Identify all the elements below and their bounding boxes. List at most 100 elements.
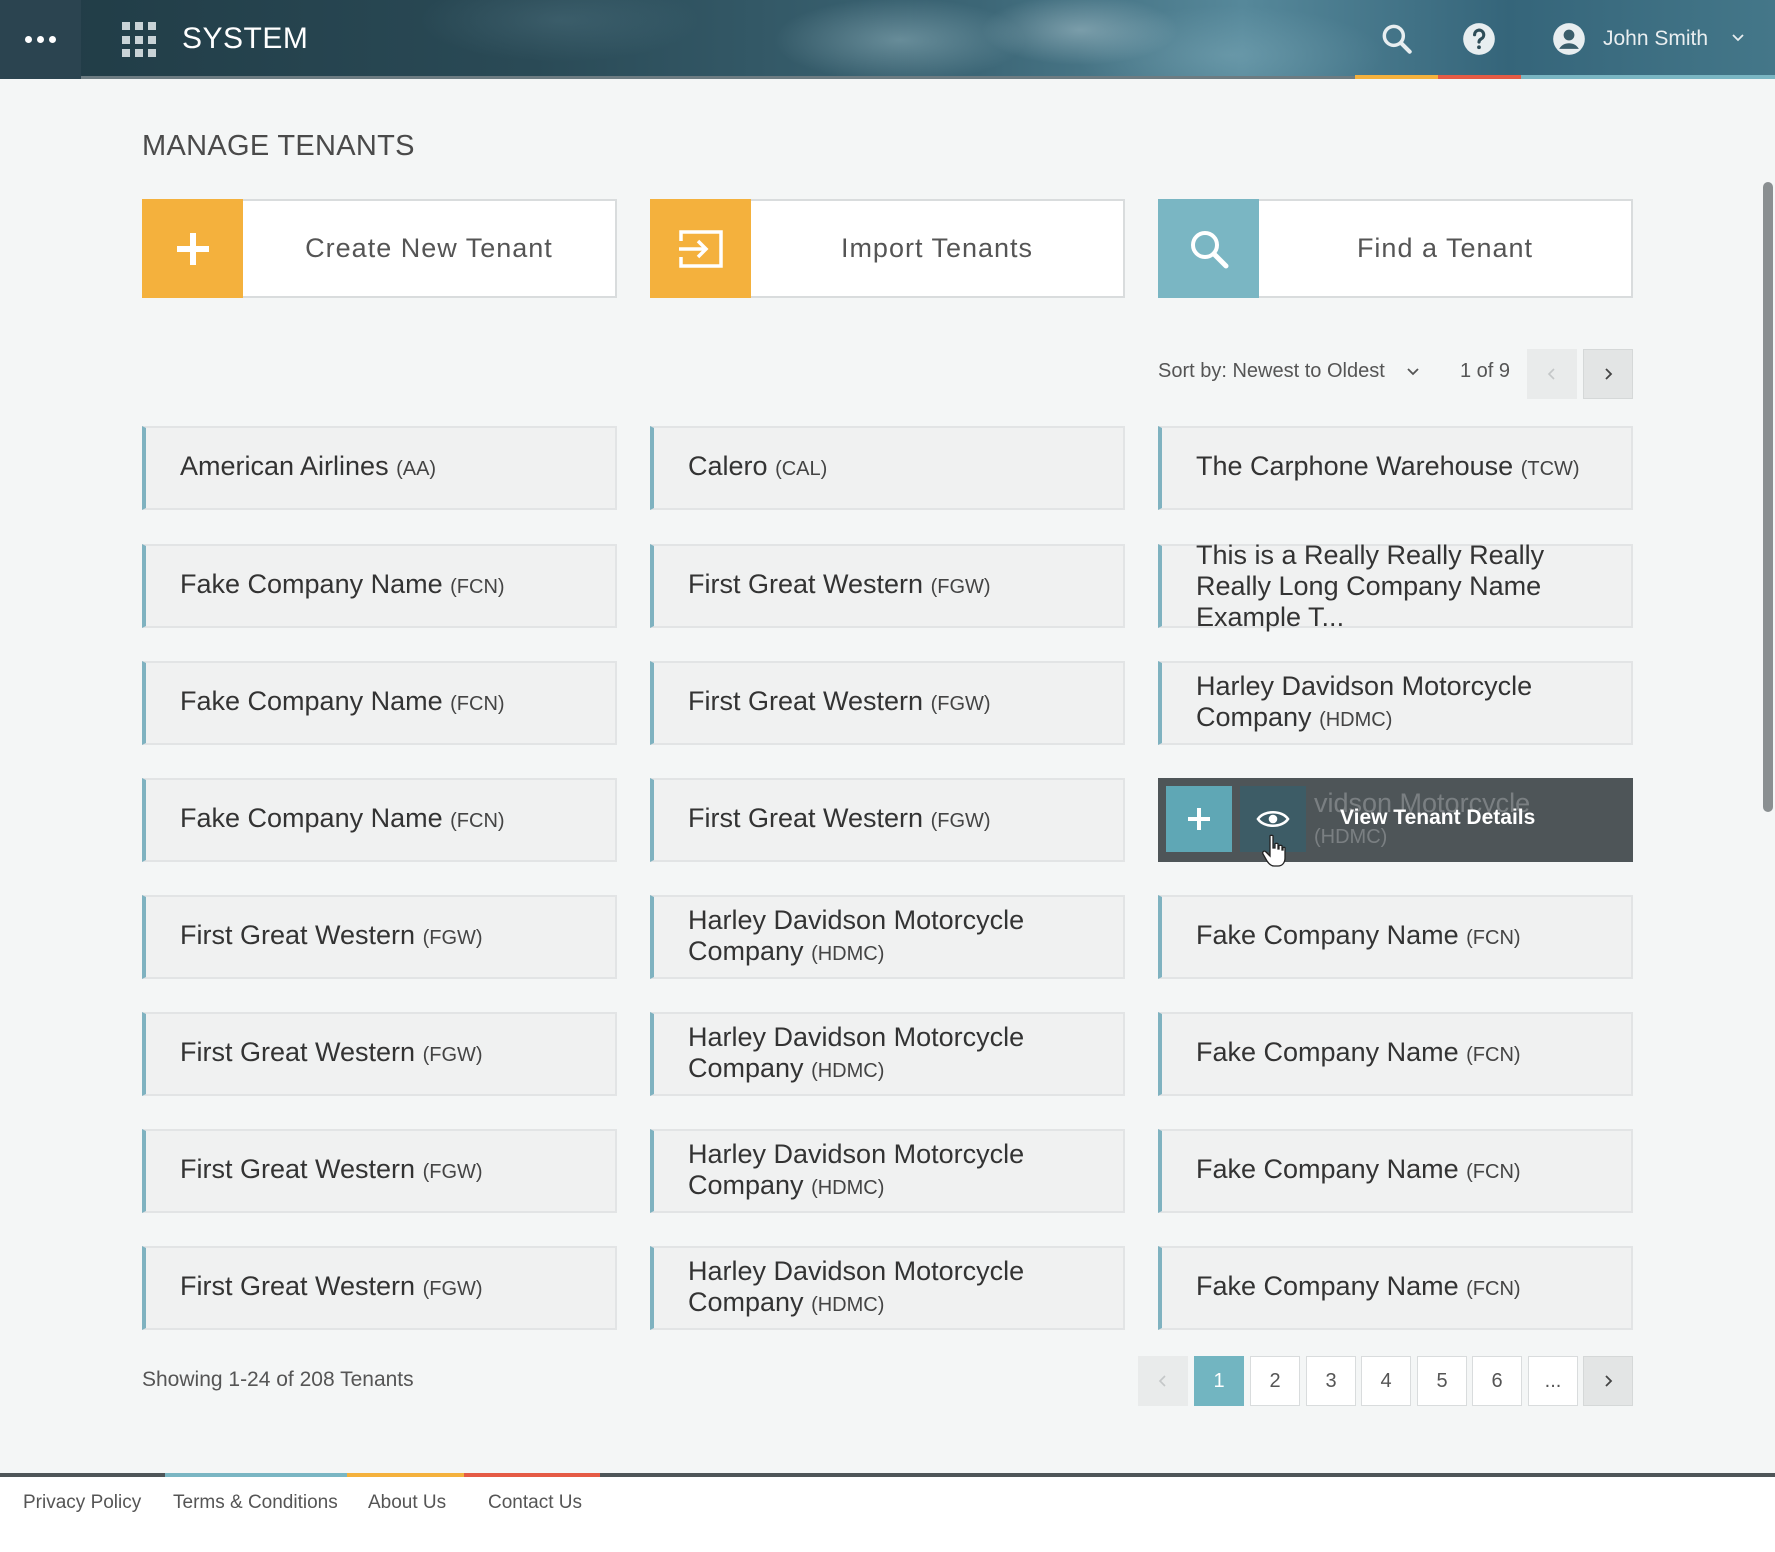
view-tenant-details-label[interactable]: View Tenant Details (1340, 806, 1535, 830)
find-tenant-label: Find a Tenant (1356, 233, 1534, 263)
tenant-abbreviation: (FCN) (1466, 1044, 1521, 1066)
footer-link-terms[interactable]: Terms & Conditions (173, 1492, 338, 1514)
create-tenant-button[interactable]: Create New Tenant (142, 199, 617, 298)
page-scrollbar[interactable] (1763, 182, 1773, 812)
sort-dropdown[interactable]: Sort by: Newest to Oldest (1158, 360, 1385, 383)
tenant-card[interactable]: Harley Davidson Motorcycle Company (HDMC… (650, 1012, 1125, 1096)
tenant-card[interactable]: Fake Company Name (FCN) (1158, 1129, 1633, 1213)
tenant-card[interactable]: American Airlines (AA) (142, 426, 617, 510)
tenant-name: First Great Western (FGW) (180, 1271, 483, 1305)
tenant-name-text: First Great Western (688, 803, 924, 833)
tenant-abbreviation: (TCW) (1520, 458, 1580, 480)
tenant-card[interactable]: First Great Western (FGW) (650, 661, 1125, 745)
tenant-card[interactable]: Harley Davidson Motorcycle Company (HDMC… (650, 895, 1125, 979)
tenant-card[interactable]: Fake Company Name (FCN) (142, 661, 617, 745)
search-icon[interactable] (1378, 20, 1416, 58)
page-ellipsis[interactable]: ... (1528, 1356, 1578, 1406)
plus-icon (142, 199, 243, 298)
account-circle-icon[interactable] (1550, 20, 1588, 58)
tenant-card[interactable]: First Great Western (FGW) (142, 1012, 617, 1096)
tenant-card[interactable]: Calero (CAL) (650, 426, 1125, 510)
showing-count: Showing 1-24 of 208 Tenants (142, 1368, 414, 1391)
tenant-card[interactable]: This is a Really Really Really Really Lo… (1158, 540, 1633, 632)
tenant-name: Fake Company Name (FCN) (180, 803, 505, 837)
page-number-button[interactable]: 4 (1361, 1356, 1411, 1406)
tenant-card[interactable]: Harley Davidson Motorcycle Company (HDMC… (650, 1129, 1125, 1213)
tenant-card[interactable]: Harley Davidson Motorcycle Company (HDMC… (1158, 661, 1633, 745)
tenant-name-text: Fake Company Name (1196, 1154, 1459, 1184)
import-tenants-button[interactable]: Import Tenants (650, 199, 1125, 298)
tenant-abbreviation: (FCN) (450, 693, 505, 715)
tenant-abbreviation: (FGW) (930, 576, 991, 598)
tenant-name: First Great Western (FGW) (180, 920, 483, 954)
tenant-name: Fake Company Name (FCN) (1196, 1037, 1521, 1071)
prev-page-button[interactable] (1527, 349, 1577, 399)
tenant-card[interactable]: Fake Company Name (FCN) (142, 778, 617, 862)
tenant-abbreviation: (FGW) (422, 1044, 483, 1066)
chevron-left-icon (1547, 368, 1555, 380)
chevron-right-icon (1605, 368, 1613, 380)
more-dots-icon[interactable] (0, 0, 81, 79)
header-accent-red (1438, 75, 1521, 79)
add-tenant-button[interactable] (1166, 786, 1232, 852)
tenant-name: First Great Western (FGW) (180, 1037, 483, 1071)
app-grid-icon[interactable] (122, 22, 158, 58)
next-page-button-bottom[interactable] (1583, 1356, 1633, 1406)
help-icon[interactable] (1460, 20, 1498, 58)
header-accent-yellow (1355, 75, 1438, 79)
page-number-button[interactable]: 3 (1306, 1356, 1356, 1406)
tenant-card[interactable]: Fake Company Name (FCN) (142, 544, 617, 628)
next-page-button[interactable] (1583, 349, 1633, 399)
tenant-card[interactable]: First Great Western (FGW) (142, 1246, 617, 1330)
tenant-card[interactable]: First Great Western (FGW) (142, 1129, 617, 1213)
chevron-down-icon[interactable] (1405, 364, 1421, 380)
footer (0, 1477, 1775, 1552)
tenant-abbreviation: (FCN) (450, 810, 505, 832)
footer-link-privacy[interactable]: Privacy Policy (23, 1492, 141, 1514)
top-bar: SYSTEM John Smith (0, 0, 1775, 79)
user-name[interactable]: John Smith (1603, 27, 1708, 51)
tenant-abbreviation: (FGW) (930, 693, 991, 715)
tenant-name: This is a Really Really Really Really Lo… (1196, 540, 1611, 633)
find-tenant-button[interactable]: Find a Tenant (1158, 199, 1633, 298)
tenant-name: The Carphone Warehouse (TCW) (1196, 451, 1580, 485)
tenant-abbreviation: (FCN) (1466, 927, 1521, 949)
tenant-abbreviation: (CAL) (775, 458, 828, 480)
tenant-name-text: Fake Company Name (180, 569, 443, 599)
tenant-abbreviation: (FGW) (422, 1278, 483, 1300)
tenant-card[interactable]: First Great Western (FGW) (650, 778, 1125, 862)
tenant-name: Fake Company Name (FCN) (1196, 1154, 1521, 1188)
tenant-card[interactable]: Fake Company Name (FCN) (1158, 1246, 1633, 1330)
page-count: 1 of 9 (1460, 360, 1511, 382)
page-number-button[interactable]: 2 (1250, 1356, 1300, 1406)
tenant-abbreviation: (FGW) (422, 1161, 483, 1183)
tenant-card[interactable]: Harley Davidson Motorcycle Company (HDMC… (650, 1246, 1125, 1330)
tenant-name: Harley Davidson Motorcycle Company (HDMC… (1196, 671, 1611, 736)
tenant-card[interactable]: Fake Company Name (FCN) (1158, 1012, 1633, 1096)
footer-link-about[interactable]: About Us (368, 1492, 446, 1514)
tenant-card[interactable]: Fake Company Name (FCN) (1158, 895, 1633, 979)
page-number-button[interactable]: 6 (1472, 1356, 1522, 1406)
tenant-abbreviation: (HDMC) (811, 1176, 885, 1199)
chevron-right-icon (1605, 1375, 1613, 1387)
chevron-down-icon[interactable] (1730, 30, 1746, 46)
tenant-name-text: Fake Company Name (180, 686, 443, 716)
tenant-name: Harley Davidson Motorcycle Company (HDMC… (688, 905, 1103, 970)
tenant-name-text: First Great Western (688, 569, 924, 599)
prev-page-button-bottom[interactable] (1138, 1356, 1188, 1406)
chevron-left-icon (1158, 1375, 1166, 1387)
tenant-name: Calero (CAL) (688, 451, 827, 485)
tenant-name-text: First Great Western (180, 1271, 416, 1301)
eye-icon (1256, 810, 1290, 828)
tenant-card[interactable]: First Great Western (FGW) (650, 544, 1125, 628)
footer-link-contact[interactable]: Contact Us (488, 1492, 582, 1514)
hand-pointer-icon (1262, 834, 1286, 867)
tenant-name: Fake Company Name (FCN) (1196, 1271, 1521, 1305)
tenant-abbreviation: (HDMC) (811, 1059, 885, 1082)
tenant-hover-overlay[interactable]: vidson Motorcycle (HDMC) View Tenant Det… (1158, 778, 1633, 862)
tenant-name: Fake Company Name (FCN) (180, 686, 505, 720)
page-number-button[interactable]: 1 (1194, 1356, 1244, 1406)
tenant-card[interactable]: First Great Western (FGW) (142, 895, 617, 979)
page-number-button[interactable]: 5 (1417, 1356, 1467, 1406)
tenant-card[interactable]: The Carphone Warehouse (TCW) (1158, 426, 1633, 510)
